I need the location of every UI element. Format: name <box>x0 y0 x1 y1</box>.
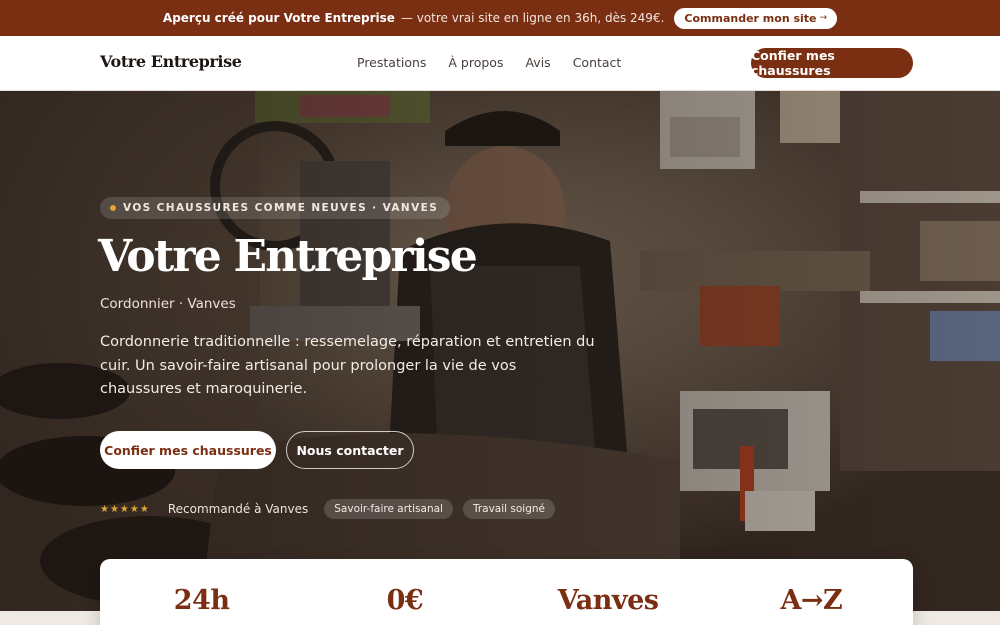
hero-eyebrow-badge: VOS CHAUSSURES COMME NEUVES · VANVES <box>100 197 451 219</box>
recommendation-text: Recommandé à Vanves <box>167 502 309 516</box>
brand-logo[interactable]: Votre Entreprise <box>100 52 242 71</box>
promo-bar: Aperçu créé pour Votre Entreprise — votr… <box>0 0 1000 36</box>
stats-card: 24h 0€ Vanves A→Z <box>100 559 913 625</box>
nav-link-prestations[interactable]: Prestations <box>357 55 426 70</box>
nav-link-a-propos[interactable]: À propos <box>448 55 503 70</box>
trust-row: ★★★★★ Recommandé à Vanves Savoir-faire a… <box>100 499 556 519</box>
promo-text: — votre vrai site en ligne en 36h, dès 2… <box>400 11 665 25</box>
hero-eyebrow-text: VOS CHAUSSURES COMME NEUVES · VANVES <box>123 202 439 214</box>
stat-turnaround: 24h <box>173 585 230 616</box>
stat-location: Vanves <box>557 585 659 616</box>
hero-primary-button[interactable]: Confier mes chaussures <box>100 431 276 469</box>
hero-contact-button[interactable]: Nous contacter <box>286 431 414 469</box>
dot-icon <box>110 205 116 211</box>
hero-description: Cordonnerie traditionnelle : ressemelage… <box>100 334 595 397</box>
arrow-right-icon: → <box>819 13 828 23</box>
chip-travail-soigne: Travail soigné <box>462 499 556 519</box>
header-cta-button[interactable]: Confier mes chaussures <box>751 48 913 78</box>
order-site-label: Commander mon site <box>684 11 817 25</box>
hero-subtitle: Cordonnier · Vanves <box>100 296 236 312</box>
nav-link-avis[interactable]: Avis <box>525 55 550 70</box>
star-rating-icon: ★★★★★ <box>100 503 150 515</box>
nav-link-contact[interactable]: Contact <box>573 55 622 70</box>
promo-lead: Aperçu créé pour Votre Entreprise <box>162 11 395 25</box>
main-nav: Prestations À propos Avis Contact <box>357 55 621 70</box>
hero-section: VOS CHAUSSURES COMME NEUVES · VANVES Vot… <box>0 91 1000 611</box>
hero-title: Votre Entreprise <box>98 231 478 282</box>
site-header: Votre Entreprise Prestations À propos Av… <box>0 36 1000 91</box>
order-site-button[interactable]: Commander mon site → <box>674 7 838 29</box>
stat-price: 0€ <box>386 585 424 616</box>
chip-savoir-faire: Savoir-faire artisanal <box>324 499 453 519</box>
stat-scope: A→Z <box>780 585 843 616</box>
